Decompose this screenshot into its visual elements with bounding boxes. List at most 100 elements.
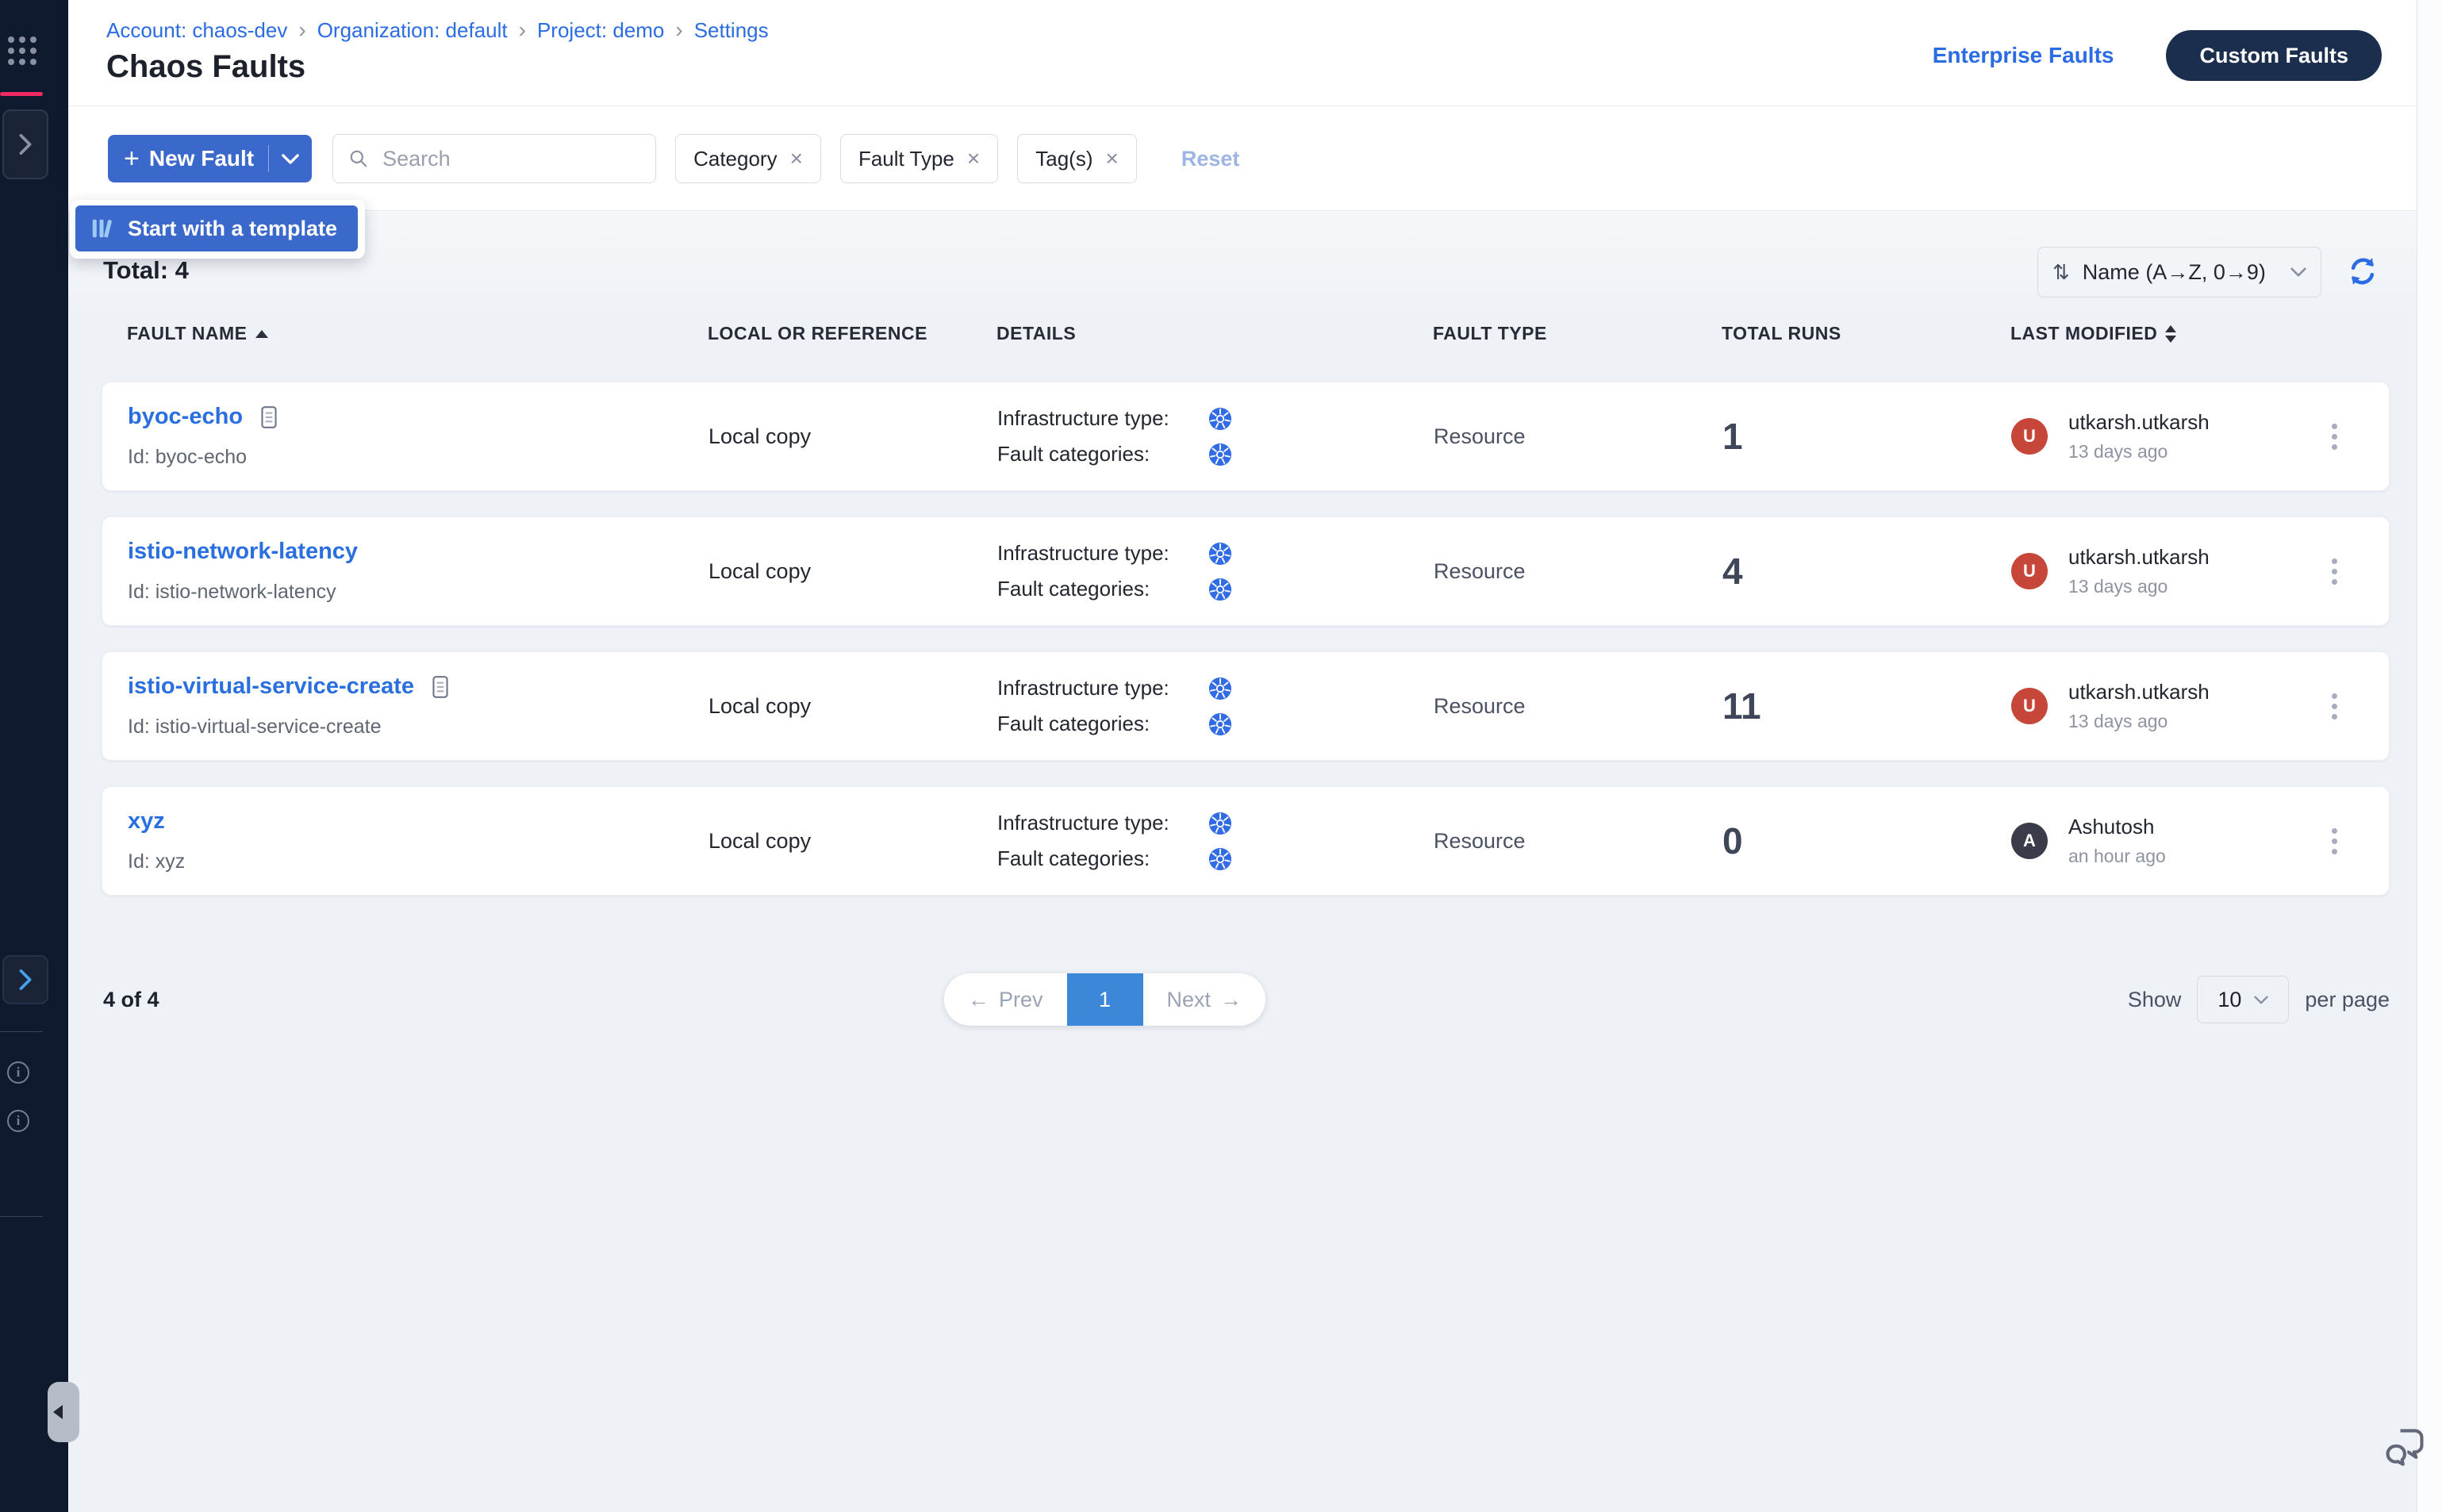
template-library-icon [90,217,113,240]
last-modified-cell: U utkarsh.utkarsh 13 days ago [2011,680,2305,732]
search-box [332,134,656,183]
sort-controls: ⇅ Name (A→Z, 0→9) [2037,247,2380,297]
total-runs-value: 11 [1722,685,2011,727]
modified-by: utkarsh.utkarsh [2068,545,2210,570]
total-runs-value: 4 [1722,550,2011,593]
fault-id: Id: istio-virtual-service-create [128,716,708,739]
table-row: istio-virtual-service-create Id: istio-v… [102,651,2390,761]
chevron-right-icon [19,969,32,990]
breadcrumb-project-link[interactable]: Project: demo [537,18,664,43]
kubernetes-icon[interactable] [1208,443,1232,466]
infrastructure-type-label: Infrastructure type: [997,541,1197,566]
left-nav-rail: i i [0,0,68,1512]
table-row: xyz Id: xyz Local copy Infrastructure ty… [102,786,2390,896]
fault-type-value: Resource [1434,829,1722,854]
custom-faults-button[interactable]: Custom Faults [2166,30,2382,81]
kubernetes-icon[interactable] [1208,542,1232,566]
plus-icon: + [124,145,140,172]
info-icon[interactable]: i [7,1061,29,1084]
search-input[interactable] [332,134,656,183]
fault-categories-label: Fault categories: [997,442,1197,466]
active-module-indicator [0,92,43,96]
close-icon[interactable]: × [967,146,980,171]
avatar: U [2011,553,2048,589]
page-title: Chaos Faults [106,49,305,85]
sort-select[interactable]: ⇅ Name (A→Z, 0→9) [2037,247,2321,297]
manifest-icon[interactable] [259,405,279,430]
infrastructure-type-label: Infrastructure type: [997,676,1197,700]
breadcrumb-account-link[interactable]: Account: chaos-dev [106,18,287,43]
refresh-button[interactable] [2345,255,2380,290]
reset-filters-button[interactable]: Reset [1181,147,1240,171]
filter-chip-tags[interactable]: Tag(s) × [1017,134,1137,183]
total-runs-value: 1 [1722,415,2011,458]
page-size-select[interactable]: 10 [2197,976,2289,1023]
avatar: U [2011,688,2048,724]
kubernetes-icon[interactable] [1208,578,1232,601]
filter-chip-fault-type[interactable]: Fault Type × [840,134,998,183]
collapse-sidebar-handle[interactable] [48,1382,79,1442]
fault-name-link[interactable]: byoc-echo [128,404,243,430]
start-with-template-menu-item[interactable]: Start with a template [75,205,358,251]
details-cell: Infrastructure type: Fault categories: [997,541,1434,601]
column-header-total-runs: TOTAL RUNS [1722,323,2010,344]
module-grid-icon[interactable] [8,36,36,65]
breadcrumb-separator: › [298,17,305,43]
chat-bubbles-icon [2383,1426,2428,1468]
list-body: Total: 4 ⇅ Name (A→Z, 0→9) [68,212,2417,1512]
page-1-button[interactable]: 1 [1067,973,1143,1026]
chevron-down-icon [2254,996,2268,1004]
chaos-faults-page: i i Account: chaos-dev › Organization: d… [0,0,2442,1512]
modified-by: utkarsh.utkarsh [2068,680,2210,704]
expand-settings-button[interactable] [2,955,48,1004]
enterprise-faults-link[interactable]: Enterprise Faults [1933,43,2114,68]
kubernetes-icon[interactable] [1208,847,1232,871]
new-fault-button[interactable]: + New Fault [108,135,312,182]
search-icon [348,148,369,169]
modified-time: 13 days ago [2068,576,2210,597]
fault-categories-label: Fault categories: [997,712,1197,736]
manifest-icon[interactable] [430,674,451,700]
last-modified-cell: U utkarsh.utkarsh 13 days ago [2011,545,2305,597]
row-actions-menu-button[interactable] [2324,685,2345,727]
column-header-fault-name[interactable]: FAULT NAME [127,323,708,344]
breadcrumb-organization-link[interactable]: Organization: default [317,18,508,43]
arrow-left-icon [53,1405,63,1419]
kubernetes-icon[interactable] [1208,677,1232,700]
row-actions-menu-button[interactable] [2324,551,2345,593]
fault-name-link[interactable]: istio-virtual-service-create [128,673,414,700]
right-scroll-rail [2417,0,2442,1512]
divider [0,1216,43,1217]
column-header-details: DETAILS [996,323,1433,344]
next-page-button[interactable]: Next → [1143,973,1266,1026]
info-icon[interactable]: i [7,1110,29,1132]
row-actions-menu-button[interactable] [2324,820,2345,862]
fault-name-link[interactable]: istio-network-latency [128,539,358,565]
kubernetes-icon[interactable] [1208,407,1232,431]
chevron-right-icon [19,134,32,155]
close-icon[interactable]: × [1106,146,1119,171]
kubernetes-icon[interactable] [1208,712,1232,736]
modified-by: Ashutosh [2068,815,2166,839]
table-row: istio-network-latency Id: istio-network-… [102,516,2390,626]
last-modified-cell: A Ashutosh an hour ago [2011,815,2305,867]
local-or-reference-value: Local copy [708,694,997,719]
details-cell: Infrastructure type: Fault categories: [997,676,1434,736]
last-modified-cell: U utkarsh.utkarsh 13 days ago [2011,410,2305,462]
chevron-down-icon[interactable] [282,154,299,164]
divider [0,1031,43,1032]
breadcrumb-separator: › [675,17,682,43]
show-label: Show [2128,988,2182,1012]
filter-chip-category[interactable]: Category × [675,134,821,183]
prev-page-button[interactable]: ← Prev [944,973,1067,1026]
close-icon[interactable]: × [790,146,803,171]
row-actions-menu-button[interactable] [2324,416,2345,458]
details-cell: Infrastructure type: Fault categories: [997,811,1434,871]
column-header-last-modified[interactable]: LAST MODIFIED [2010,323,2304,344]
breadcrumb-settings-link[interactable]: Settings [694,18,769,43]
kubernetes-icon[interactable] [1208,812,1232,835]
expand-nav-button[interactable] [2,109,48,179]
fault-name-link[interactable]: xyz [128,808,165,835]
support-chat-button[interactable] [2383,1426,2428,1468]
infrastructure-type-label: Infrastructure type: [997,811,1197,835]
